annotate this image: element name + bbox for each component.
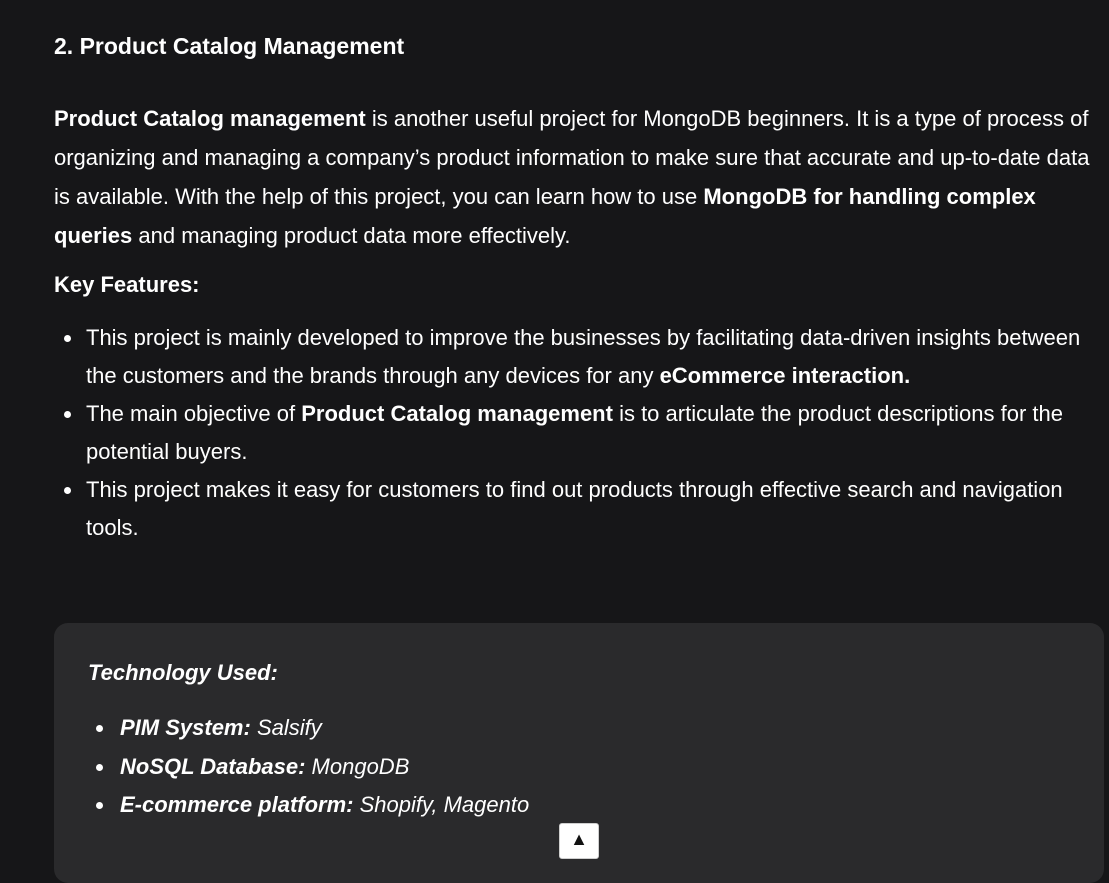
technology-value: MongoDB [305,753,410,779]
feature-bold: eCommerce interaction. [659,363,911,388]
key-features-heading: Key Features: [54,272,200,297]
technology-label: PIM System: [120,715,251,740]
technology-item: NoSQL Database: MongoDB [88,748,529,787]
key-features-list: This project is mainly developed to impr… [54,319,1104,547]
intro-paragraph: Product Catalog management is another us… [54,99,1104,255]
technology-item: PIM System: Salsify [88,709,529,748]
technology-title: Technology Used: [88,660,278,685]
article-content: 2. Product Catalog Management Product Ca… [54,28,1104,547]
technology-list: PIM System: Salsify NoSQL Database: Mong… [88,709,529,825]
feature-text: This project makes it easy for customers… [86,477,1063,540]
technology-value: Salsify [250,715,322,740]
feature-bold: Product Catalog management [301,401,613,426]
section-title: 2. Product Catalog Management [54,33,405,59]
feature-item: The main objective of Product Catalog ma… [54,395,1104,471]
feature-text: This project is mainly developed to impr… [86,325,1081,388]
feature-item: This project makes it easy for customers… [54,471,1104,547]
technology-item: E-commerce platform: Shopify, Magento [88,786,529,825]
technology-value: Shopify, Magento [353,792,530,817]
feature-item: This project is mainly developed to impr… [54,319,1104,395]
arrow-up-icon: ▲ [570,829,588,849]
scroll-to-top-button[interactable]: ▲ [559,823,599,859]
intro-bold-lead: Product Catalog management [54,106,366,131]
intro-text-2: and managing product data more effective… [132,223,571,248]
technology-label: NoSQL Database: [120,753,306,779]
feature-text: The main objective of [86,401,302,426]
technology-label: E-commerce platform: [120,792,354,817]
